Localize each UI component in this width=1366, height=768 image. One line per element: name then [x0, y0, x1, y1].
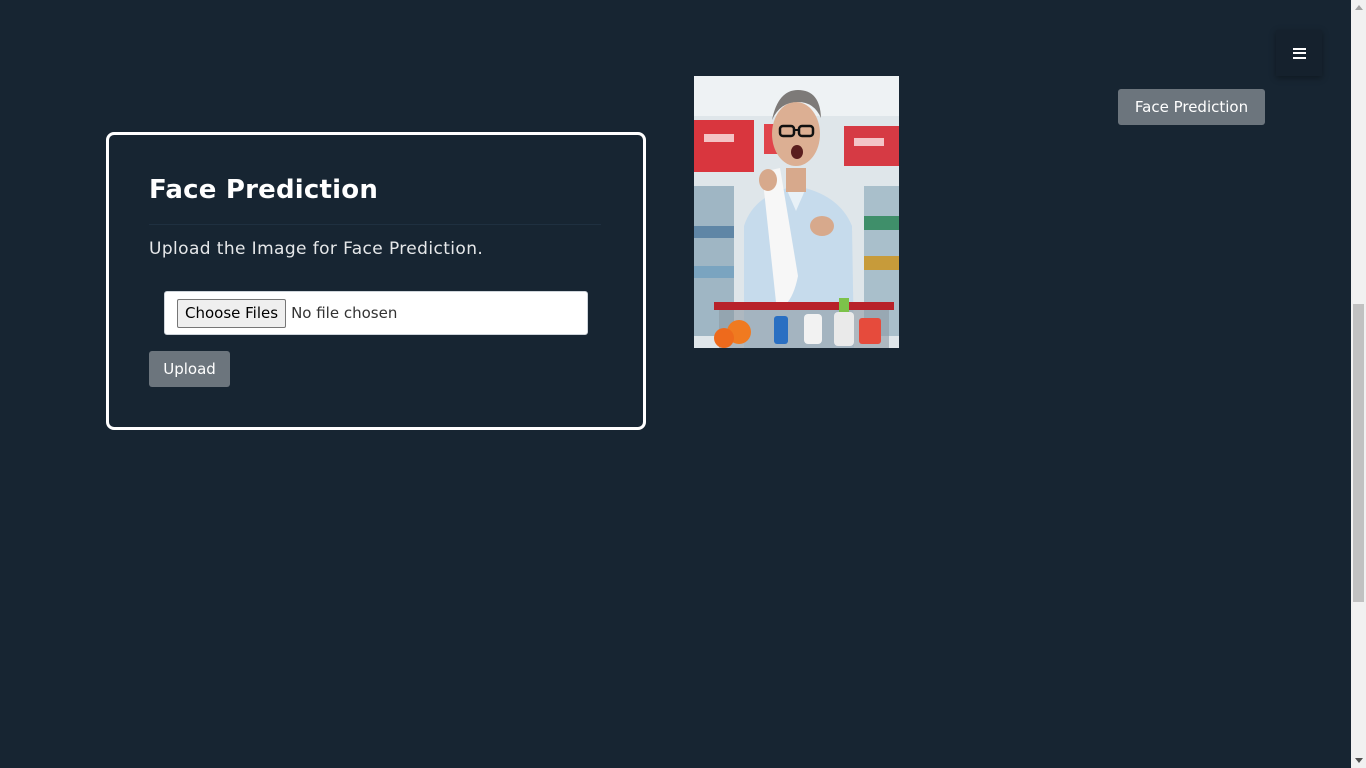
face-prediction-nav-button[interactable]: Face Prediction — [1118, 89, 1265, 125]
page: Face Prediction Face Prediction Upload t… — [0, 0, 1366, 768]
hamburger-menu-icon — [1292, 47, 1306, 59]
card-title: Face Prediction — [149, 175, 379, 205]
vertical-scrollbar[interactable] — [1351, 0, 1366, 768]
scroll-down-arrow-icon[interactable] — [1355, 758, 1363, 763]
scrollbar-thumb[interactable] — [1353, 304, 1364, 602]
menu-toggle-button[interactable] — [1276, 30, 1322, 76]
upload-card: Face Prediction Upload the Image for Fac… — [106, 132, 646, 430]
choose-files-button[interactable]: Choose Files — [177, 298, 287, 328]
card-divider — [149, 224, 601, 225]
card-description: Upload the Image for Face Prediction. — [149, 239, 484, 259]
upload-button[interactable]: Upload — [149, 351, 230, 387]
file-status-text: No file chosen — [291, 304, 398, 322]
scroll-up-arrow-icon[interactable] — [1355, 5, 1363, 10]
man-reading-receipt-photo — [694, 76, 899, 348]
file-input[interactable]: Choose Files No file chosen — [164, 291, 588, 335]
